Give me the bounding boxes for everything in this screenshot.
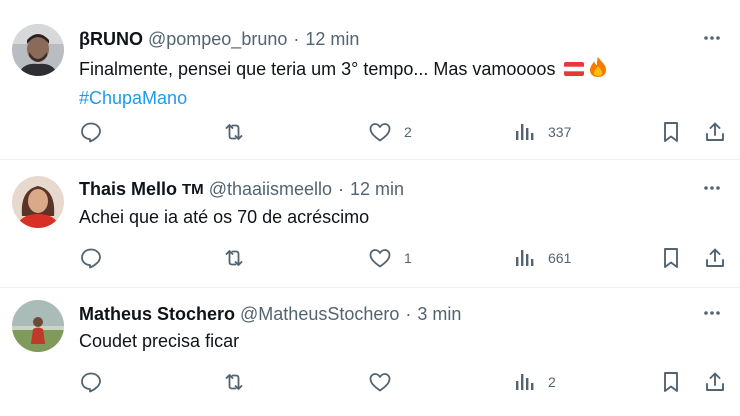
reply-button[interactable] [79,244,103,272]
share-button[interactable] [703,244,727,272]
more-icon [704,311,720,315]
more-options-button[interactable] [700,176,724,200]
more-icon [704,36,720,40]
like-icon [369,249,391,268]
like-button[interactable] [368,368,404,396]
views-button[interactable]: 661 [514,244,571,272]
views-button[interactable]: 337 [514,118,571,146]
share-button[interactable] [703,368,727,396]
like-count: 2 [404,124,412,140]
like-count: 1 [404,250,412,266]
like-icon [369,373,391,392]
bookmark-button[interactable] [660,244,682,272]
more-options-button[interactable] [700,301,724,325]
tweet[interactable]: Thais Mello TM @thaaiismeello · 12 min A… [0,160,740,288]
action-bar: 2 [0,368,740,396]
like-button[interactable]: 1 [368,244,412,272]
retweet-button[interactable] [222,244,246,272]
views-button[interactable]: 2 [514,368,556,396]
views-icon [516,124,534,140]
tweet-header: Matheus Stochero @MatheusStochero · 3 mi… [79,302,461,326]
tweet-body: Coudet precisa ficar [79,328,239,354]
views-icon [516,374,534,390]
reply-icon [81,122,101,143]
bookmark-icon [664,122,678,142]
tweet-header: Thais Mello TM @thaaiismeello · 12 min [79,177,404,201]
share-icon [706,372,724,391]
reply-button[interactable] [79,118,103,146]
tweet[interactable]: Matheus Stochero @MatheusStochero · 3 mi… [0,288,740,416]
retweet-button[interactable] [222,368,246,396]
tweet[interactable]: βRUNO @pompeo_bruno · 12 min Finalmente,… [0,0,740,160]
flag-icon [563,59,585,85]
tweet-body: Finalmente, pensei que teria um 3° tempo… [79,56,608,111]
author-handle[interactable]: @MatheusStochero [240,304,399,325]
view-count: 661 [548,250,572,266]
timestamp[interactable]: 12 min [350,179,404,200]
more-options-button[interactable] [700,26,724,50]
action-bar: 2 337 [0,118,740,146]
retweet-button[interactable] [222,118,246,146]
view-count: 337 [548,124,572,140]
tweet-feed: βRUNO @pompeo_bruno · 12 min Finalmente,… [0,0,740,416]
reply-icon [81,372,101,393]
retweet-icon [225,250,243,266]
tweet-body: Achei que ia até os 70 de acréscimo [79,204,369,230]
avatar[interactable] [12,176,64,228]
tweet-text: Achei que ia até os 70 de acréscimo [79,207,370,227]
timestamp[interactable]: 12 min [305,29,359,50]
view-count: 2 [548,374,556,390]
like-icon [369,123,391,142]
like-button[interactable]: 2 [368,118,412,146]
more-icon [704,186,720,190]
avatar[interactable] [12,24,64,76]
share-icon [706,248,724,267]
separator-dot: · [405,303,412,324]
hashtag-link[interactable]: #ChupaMano [79,85,608,111]
tweet-text: Coudet precisa ficar [79,331,240,351]
tweet-text: Finalmente, pensei que teria um 3° tempo… [79,59,556,79]
author-name[interactable]: βRUNO [79,29,143,50]
avatar[interactable] [12,300,64,352]
fire-icon [588,56,608,85]
bookmark-button[interactable] [660,118,682,146]
author-name[interactable]: Matheus Stochero [79,304,235,325]
separator-dot: · [338,178,345,199]
retweet-icon [225,374,243,390]
tweet-header: βRUNO @pompeo_bruno · 12 min [79,27,359,51]
retweet-icon [225,124,243,140]
bookmark-button[interactable] [660,368,682,396]
timestamp[interactable]: 3 min [417,304,461,325]
author-badge: TM [182,180,204,198]
bookmark-icon [664,248,678,268]
reply-icon [81,248,101,269]
share-icon [706,122,724,141]
bookmark-icon [664,372,678,392]
action-bar: 1 661 [0,244,740,272]
author-name[interactable]: Thais Mello [79,179,177,200]
separator-dot: · [293,28,300,49]
author-handle[interactable]: @pompeo_bruno [148,29,287,50]
views-icon [516,250,534,266]
author-handle[interactable]: @thaaiismeello [209,179,332,200]
reply-button[interactable] [79,368,103,396]
share-button[interactable] [703,118,727,146]
